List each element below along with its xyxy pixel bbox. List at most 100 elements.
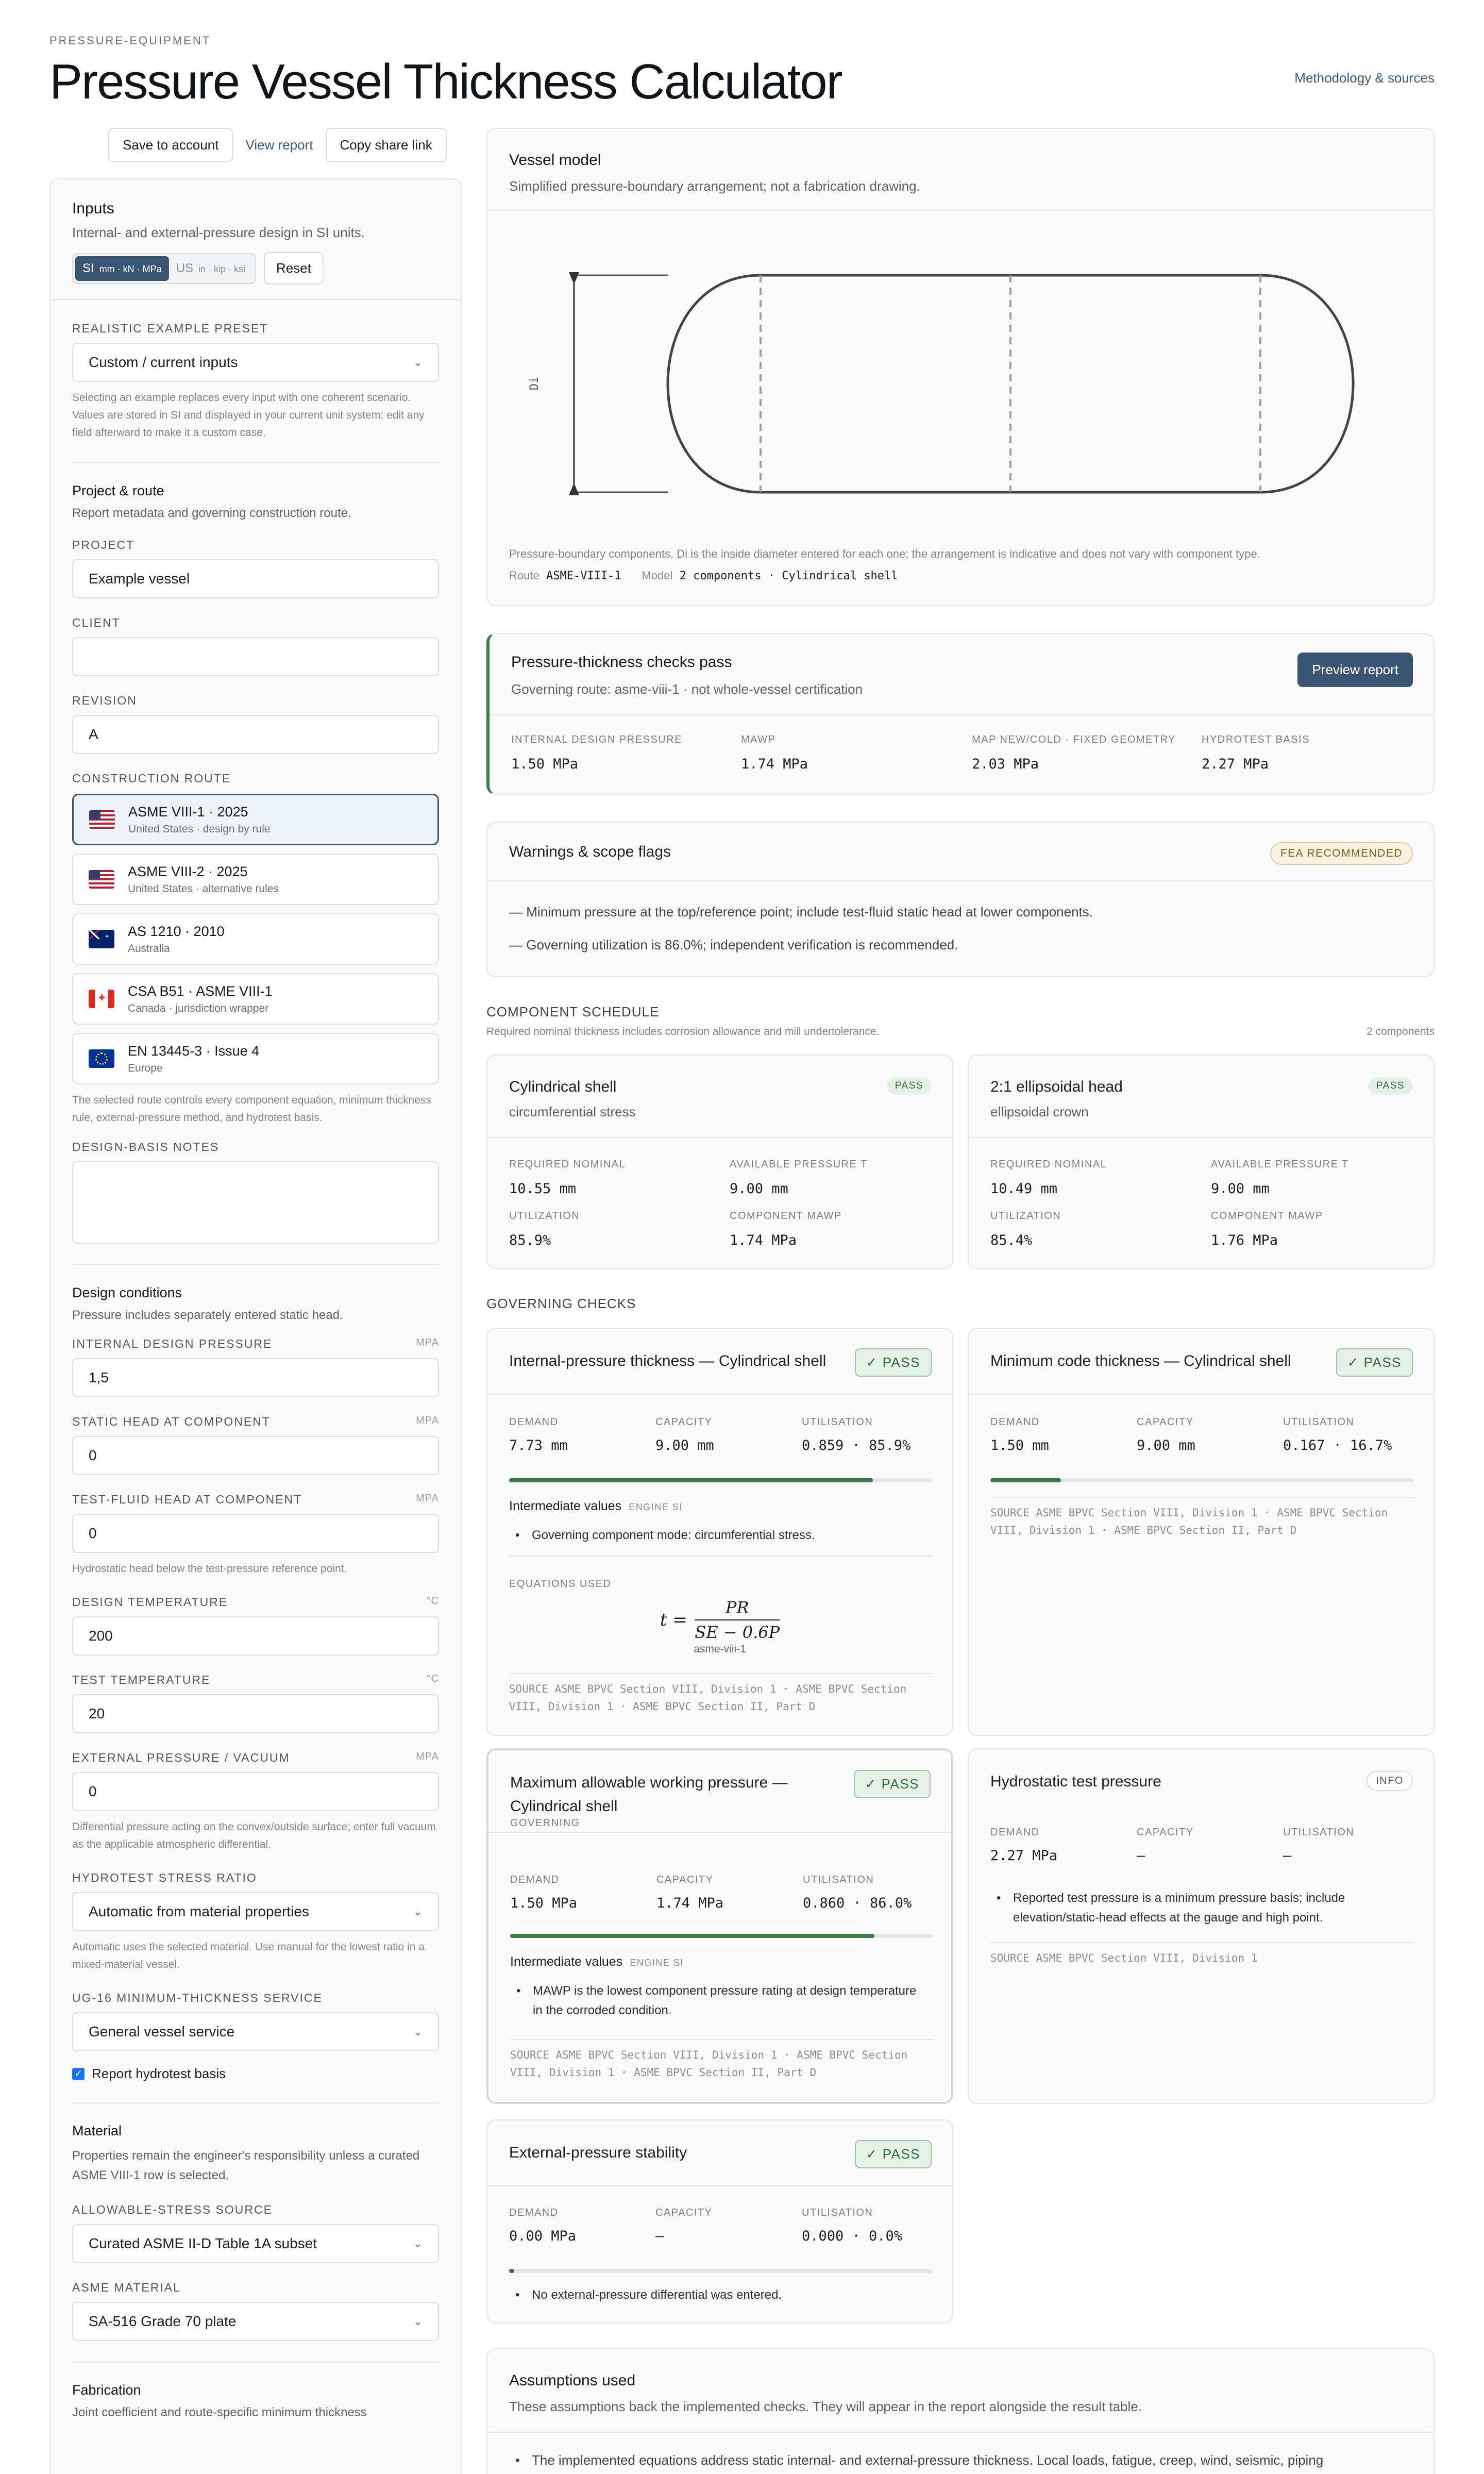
route-name: AS 1210 · 2010 — [128, 923, 225, 939]
pass-badge: PASS — [886, 1077, 932, 1095]
asme-material-label: ASME MATERIAL — [72, 2281, 439, 2295]
intermediate-bullet: MAWP is the lowest component pressure ra… — [510, 1981, 922, 2020]
hydrotest-ratio-label: HYDROTEST STRESS RATIO — [72, 1871, 439, 1885]
si-label: SI — [82, 261, 94, 275]
preset-select[interactable]: Custom / current inputs ⌄ — [72, 343, 439, 382]
route-sub: United States · alternative rules — [128, 882, 279, 895]
preset-label-text: REALISTIC EXAMPLE PRESET — [72, 322, 268, 335]
test-fluid-help: Hydrostatic head below the test-pressure… — [72, 1563, 347, 1575]
vessel-outline — [666, 274, 1355, 494]
source-label: SOURCE — [990, 1507, 1030, 1519]
project-field[interactable]: Example vessel — [72, 559, 439, 598]
dcu-value: 1.50 MPa — [510, 1895, 578, 1911]
route-option-csa-b51[interactable]: ✚ CSA B51 · ASME VIII-1 Canada · jurisdic… — [72, 973, 439, 1025]
route-option-as-1210[interactable]: ✦ AS 1210 · 2010 Australia — [72, 913, 439, 965]
report-hydrotest-label: Report hydrotest basis — [92, 2066, 226, 2081]
metric-value: 1.50 MPa — [511, 756, 579, 772]
project-label-text: PROJECT — [72, 538, 135, 551]
allowable-stress-source-select[interactable]: Curated ASME II-D Table 1A subset ⌄ — [72, 2224, 439, 2263]
model-meta-label: Model — [642, 569, 673, 582]
inputs-panel: Inputs Internal- and external-pressure d… — [49, 178, 462, 2474]
allowable-stress-label: ALLOWABLE-STRESS SOURCE — [72, 2203, 439, 2217]
component-mawp: COMPONENT MAWP 1.76 MPa — [1211, 1210, 1323, 1248]
hydrotest-ratio-select[interactable]: Automatic from material properties ⌄ — [72, 1892, 439, 1931]
test-fluid-head-field[interactable]: 0 — [72, 1514, 439, 1553]
static-head-field[interactable]: 0 — [72, 1436, 439, 1475]
cm-value: 85.9% — [509, 1232, 551, 1248]
view-report-link[interactable]: View report — [239, 129, 319, 161]
dcu-label: CAPACITY — [1137, 1827, 1194, 1838]
notes-label-text: DESIGN-BASIS NOTES — [72, 1140, 220, 1154]
cm-label: COMPONENT MAWP — [730, 1210, 842, 1222]
report-hydrotest-checkbox-row[interactable]: ✓ Report hydrotest basis — [72, 2066, 439, 2082]
dcu-value: 0.000 · 0.0% — [802, 2228, 903, 2244]
save-to-account-button[interactable]: Save to account — [108, 128, 233, 162]
engine-tag: ENGINE SI — [629, 1502, 683, 1512]
copy-share-link-button[interactable]: Copy share link — [325, 128, 447, 162]
ug16-service-select[interactable]: General vessel service ⌄ — [72, 2012, 439, 2051]
vessel-model-meta: Route ASME-VIII-1 Model 2 components · C… — [509, 569, 898, 582]
preview-report-button[interactable]: Preview report — [1297, 653, 1413, 687]
dcu-value: 1.74 MPa — [656, 1895, 724, 1911]
route-option-en-13445[interactable]: EN 13445-3 · Issue 4 Europe — [72, 1033, 439, 1084]
dcu-label: UTILISATION — [802, 2207, 873, 2218]
methodology-link[interactable]: Methodology & sources — [1294, 70, 1435, 86]
material-title: Material — [72, 2123, 122, 2138]
notes-label: DESIGN-BASIS NOTES — [72, 1140, 439, 1154]
intermediate-values-heading: Intermediate values ENGINE SI — [509, 1499, 683, 1514]
metric-value: 1.74 MPa — [741, 756, 808, 772]
check-hydrostatic-test: Hydrostatic test pressure INFO DEMAND 2.2… — [968, 1748, 1435, 2104]
reset-button[interactable]: Reset — [264, 252, 324, 285]
check-title: Maximum allowable working pressure — Cyl… — [510, 1774, 788, 1815]
thickness-equation: t = PR SE − 0.6P asme-viii-1 — [487, 1598, 952, 1656]
page-root: PRESSURE-EQUIPMENT Pressure Vessel Thick… — [0, 0, 1484, 2474]
engine-tag: ENGINE SI — [630, 1958, 684, 1968]
component-card-cylindrical-shell[interactable]: Cylindrical shell circumferential stress… — [486, 1055, 953, 1269]
pass-text: PASS — [882, 2146, 920, 2162]
capacity: CAPACITY — — [655, 2207, 713, 2244]
dcu-value: 7.73 mm — [509, 1437, 568, 1453]
canada-flag-icon: ✚ — [89, 990, 114, 1008]
project-route-subtitle: Report metadata and governing constructi… — [72, 506, 351, 520]
cm-value: 85.4% — [990, 1232, 1033, 1248]
route-option-asme-viii-1[interactable]: ASME VIII-1 · 2025 United States · design… — [72, 794, 439, 845]
ext-value: 0 — [89, 1783, 97, 1799]
di-label: Di — [528, 377, 541, 391]
revision-value: A — [89, 726, 98, 742]
testtemp-value: 20 — [89, 1706, 105, 1721]
dcu-value: — — [1283, 1848, 1292, 1864]
assumptions-title: Assumptions used — [509, 2372, 636, 2389]
assumption-item: The implemented equations address static… — [509, 2450, 1416, 2470]
dcu-value: 9.00 mm — [655, 1437, 714, 1453]
asme-material-select[interactable]: SA-516 Grade 70 plate ⌄ — [72, 2302, 439, 2341]
metric-value: 2.27 MPa — [1202, 756, 1269, 772]
report-actions: Save to account View report Copy share l… — [108, 128, 447, 162]
test-temperature-label: TEST TEMPERATURE °C — [72, 1673, 439, 1687]
checkbox-checked-icon[interactable]: ✓ — [72, 2067, 85, 2080]
client-field[interactable] — [72, 637, 439, 676]
route-name: ASME VIII-2 · 2025 — [128, 863, 248, 879]
route-help: The selected route controls every compon… — [72, 1094, 431, 1124]
fabrication-title: Fabrication — [72, 2382, 141, 2398]
design-basis-notes-textarea[interactable] — [72, 1161, 439, 1244]
inputs-header: Inputs Internal- and external-pressure d… — [50, 179, 461, 300]
source-citation: SOURCE ASME BPVC Section VIII, Division … — [990, 1504, 1414, 1539]
dcu-label: UTILISATION — [1283, 1827, 1355, 1838]
test-temperature-field[interactable]: 20 — [72, 1694, 439, 1733]
component-card-ellipsoidal-head[interactable]: 2:1 ellipsoidal head ellipsoidal crown P… — [968, 1055, 1435, 1269]
unit-row: SI mm · kN · MPa US in · kip · ksi Reset — [72, 252, 439, 285]
design-temperature-field[interactable]: 200 — [72, 1616, 439, 1656]
revision-field[interactable]: A — [72, 715, 439, 754]
pass-text: PASS — [882, 1355, 920, 1370]
intermediate-text: Intermediate values — [509, 1499, 622, 1513]
unit-si-option[interactable]: SI mm · kN · MPa — [75, 256, 169, 281]
internal-pressure-field[interactable]: 1,5 — [72, 1358, 439, 1397]
route-option-asme-viii-2[interactable]: ASME VIII-2 · 2025 United States · altern… — [72, 854, 439, 905]
ratio-label-text: HYDROTEST STRESS RATIO — [72, 1871, 257, 1884]
dcu-label: UTILISATION — [1283, 1416, 1355, 1428]
unit-us-option[interactable]: US in · kip · ksi — [169, 256, 252, 281]
client-label: CLIENT — [72, 616, 439, 630]
external-pressure-field[interactable]: 0 — [72, 1772, 439, 1811]
divider — [510, 2039, 934, 2040]
governing-tag: GOVERNING — [510, 1817, 580, 1829]
